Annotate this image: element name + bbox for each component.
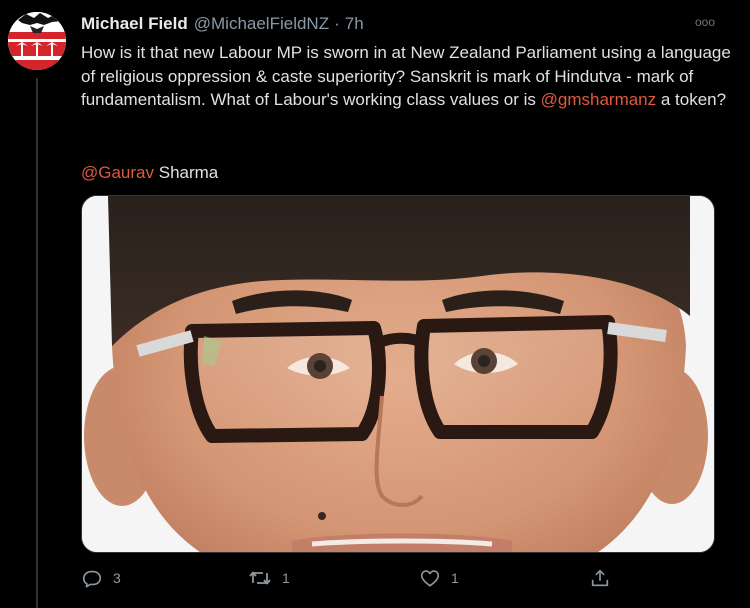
retweet-button[interactable]: 1 [248,566,290,590]
reply-count: 3 [113,570,121,586]
like-icon [420,570,440,587]
thread-line [36,78,38,608]
author-name[interactable]: Michael Field [81,13,188,35]
mention-link[interactable]: @gmsharmanz [541,90,657,109]
avatar-logo [8,12,66,70]
reply-icon [82,570,102,588]
avatar[interactable] [8,12,66,70]
portrait-photo [82,196,714,552]
more-icon[interactable]: ooo [694,14,716,30]
retweet-count: 1 [282,570,290,586]
tweet-text-tail: a token? [656,90,727,109]
share-button[interactable] [589,566,611,590]
tweet-photo[interactable] [81,195,715,553]
header-separator: · [334,14,340,33]
retweet-icon [249,571,271,585]
tweet: Michael Field @MichaelFieldNZ · 7h ooo H… [0,0,750,608]
like-button[interactable]: 1 [419,566,459,590]
mention-link[interactable]: @Gaurav [81,163,154,182]
tweet-timestamp[interactable]: 7h [345,13,364,35]
share-icon [591,569,609,587]
tweet-header: Michael Field @MichaelFieldNZ · 7h [81,13,364,35]
tweet-actions: 3 1 1 [81,566,661,590]
author-handle[interactable]: @MichaelFieldNZ [194,13,329,35]
second-line-text: Sharma [154,163,219,182]
reply-button[interactable]: 3 [81,566,121,590]
tweet-text: How is it that new Labour MP is sworn in… [81,41,736,112]
like-count: 1 [451,570,459,586]
tweet-second-line: @Gaurav Sharma [81,161,218,184]
